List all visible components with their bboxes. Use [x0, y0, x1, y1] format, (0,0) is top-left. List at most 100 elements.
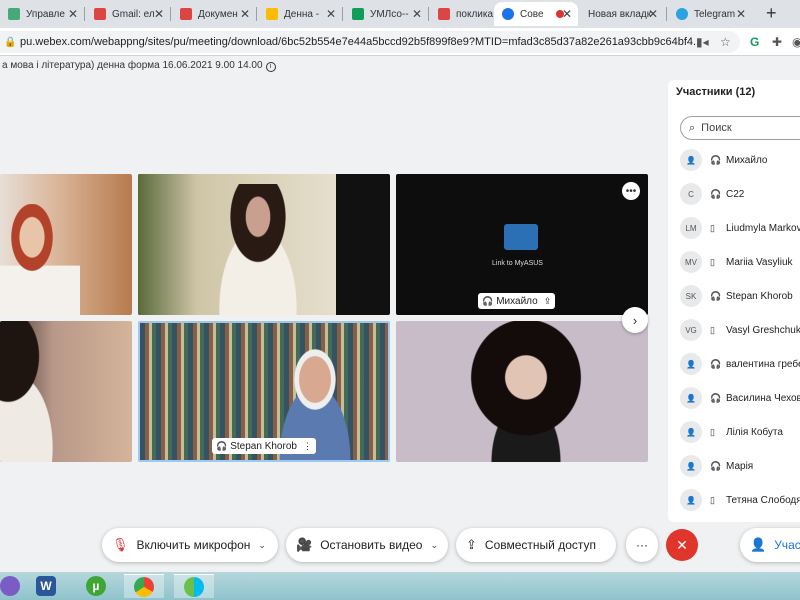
gmail-icon	[180, 8, 192, 20]
participant-row[interactable]: LM ▯ Liudmyla Markovych	[680, 216, 800, 240]
tab-6-active[interactable]: Сове ✕	[494, 2, 578, 26]
tab-label: Telegram	[694, 8, 736, 20]
participant-row[interactable]: C 🎧 C22	[680, 182, 800, 206]
participant-name: Марія	[726, 460, 754, 472]
tab-2[interactable]: Докумен ✕	[172, 2, 256, 26]
telegram-icon	[676, 8, 688, 20]
utorrent-icon: µ	[86, 576, 106, 596]
headset-icon: 🎧	[710, 392, 722, 403]
taskbar-word[interactable]: W	[26, 574, 66, 598]
extension-icon[interactable]: G	[750, 35, 759, 49]
close-icon[interactable]: ✕	[562, 7, 572, 21]
participant-name: Михайло	[726, 154, 768, 166]
tab-label: Сове	[520, 8, 544, 20]
headset-icon: 🎧	[710, 290, 722, 301]
avatar: 👤	[680, 387, 702, 409]
chevron-down-icon[interactable]: ⌄	[430, 540, 438, 551]
participant-row[interactable]: 👤 ▯ Тетяна Слободян	[680, 488, 800, 512]
close-icon[interactable]: ✕	[68, 7, 78, 21]
participant-row[interactable]: 👤 🎧 валентина гребенюк	[680, 352, 800, 376]
close-icon[interactable]: ✕	[648, 7, 658, 21]
avatar: 👤	[680, 149, 702, 171]
video-button[interactable]: 🎥 Остановить видео ⌄	[286, 528, 448, 562]
tab-3[interactable]: Денна - ✕	[258, 2, 342, 26]
tab-4[interactable]: УМЛсо-- ✕	[344, 2, 428, 26]
close-icon[interactable]: ✕	[154, 7, 164, 21]
tab-divider	[666, 7, 667, 21]
more-options-button[interactable]: •••	[622, 182, 640, 200]
chevron-down-icon[interactable]: ⌄	[258, 540, 266, 551]
video-label: Остановить видео	[320, 538, 423, 552]
avatar: VG	[680, 319, 702, 341]
browser-tab-bar: Управле ✕ Gmail: ел ✕ Докумен ✕ Денна - ✕ УМ…	[0, 0, 800, 28]
participant-row[interactable]: 👤 🎧 Марія	[680, 454, 800, 478]
new-tab-button[interactable]: +	[766, 3, 777, 24]
phone-icon: ▯	[710, 324, 715, 335]
info-icon[interactable]: i	[265, 62, 276, 72]
tab-divider	[342, 7, 343, 21]
tab-divider	[256, 7, 257, 21]
headset-icon: 🎧	[710, 154, 722, 165]
headset-icon: 🎧	[216, 440, 228, 451]
address-bar[interactable]: 🔒 pu.webex.com/webappng/sites/pu/meeting…	[0, 31, 740, 53]
chrome-icon	[134, 576, 154, 597]
participants-label: Участн	[774, 538, 800, 552]
video-tile-5-active-speaker[interactable]: 🎧 Stepan Khorob ⋮	[138, 321, 390, 462]
participant-name: Mariia Vasyliuk	[726, 256, 793, 268]
puzzle-icon[interactable]: ✚	[772, 35, 782, 49]
webex-icon	[184, 576, 204, 597]
participant-row[interactable]: VG ▯ Vasyl Greshchuk	[680, 318, 800, 342]
participant-name: валентина гребенюк	[726, 358, 800, 370]
video-tile-2[interactable]	[138, 174, 390, 315]
tab-7[interactable]: Новая вкладк ✕	[580, 2, 664, 26]
tab-divider	[84, 7, 85, 21]
participants-toggle-button[interactable]: 👤 Участн	[740, 528, 800, 562]
tab-label: поклика	[456, 8, 494, 20]
taskbar-webex[interactable]	[174, 574, 214, 598]
video-tile-1[interactable]	[0, 174, 132, 315]
close-icon[interactable]: ✕	[326, 7, 336, 21]
tab-1[interactable]: Gmail: ел ✕	[86, 2, 170, 26]
video-tile-4[interactable]	[0, 321, 132, 462]
tab-label: Докумен	[198, 8, 238, 20]
camera-icon[interactable]: ▮◂	[696, 35, 709, 49]
avatar: LM	[680, 217, 702, 239]
tab-8[interactable]: Telegram ✕	[668, 2, 752, 26]
video-camera-icon: 🎥	[296, 537, 313, 552]
next-page-button[interactable]: ›	[622, 307, 648, 333]
video-tile-3[interactable]: Link to MyASUS ••• 🎧 Михайло ⇪	[396, 174, 648, 315]
close-icon[interactable]: ✕	[240, 7, 250, 21]
sheets-icon	[352, 8, 364, 20]
profile-icon[interactable]: ◉	[792, 35, 800, 49]
webex-icon	[502, 8, 514, 20]
participant-row[interactable]: 👤 🎧 Василина Чехович	[680, 386, 800, 410]
participant-row[interactable]: SK 🎧 Stepan Khorob	[680, 284, 800, 308]
participant-search-input[interactable]: ⌕ Поиск	[680, 116, 800, 140]
share-label: Совместный доступ	[484, 538, 596, 552]
avatar: 👤	[680, 489, 702, 511]
participant-row[interactable]: 👤 ▯ Лілія Кобута	[680, 420, 800, 444]
close-icon[interactable]: ✕	[736, 7, 746, 21]
star-icon[interactable]: ☆	[720, 35, 731, 49]
participants-panel: Участники (12) ⌕ Поиск 👤 🎧 Михайло C 🎧 C22 LM…	[668, 80, 800, 522]
word-icon: W	[36, 576, 56, 596]
more-button[interactable]: ···	[626, 528, 658, 562]
gmail-icon	[438, 8, 450, 20]
mic-button[interactable]: 🎙 Включить микрофон ⌄	[102, 528, 278, 562]
url-text: pu.webex.com/webappng/sites/pu/meeting/d…	[20, 36, 700, 48]
taskbar-chrome[interactable]	[124, 574, 164, 598]
close-icon[interactable]: ✕	[412, 7, 422, 21]
participant-row[interactable]: MV ▯ Mariia Vasyliuk	[680, 250, 800, 274]
share-button[interactable]: ⇪ Совместный доступ	[456, 528, 616, 562]
tab-label: УМЛсо--	[370, 8, 409, 20]
webex-meeting-page: а мова і література) денна форма 16.06.2…	[0, 56, 800, 572]
leave-meeting-button[interactable]: ✕	[666, 529, 698, 561]
mic-label: Включить микрофон	[136, 538, 251, 552]
participant-row[interactable]: 👤 🎧 Михайло	[680, 148, 800, 172]
taskbar-utorrent[interactable]: µ	[76, 574, 116, 598]
tab-0[interactable]: Управле ✕	[0, 2, 84, 26]
video-tile-6[interactable]	[396, 321, 648, 462]
headset-icon: 🎧	[710, 188, 722, 199]
search-placeholder: Поиск	[701, 122, 732, 134]
meeting-title: а мова і література) денна форма 16.06.2…	[2, 60, 276, 72]
